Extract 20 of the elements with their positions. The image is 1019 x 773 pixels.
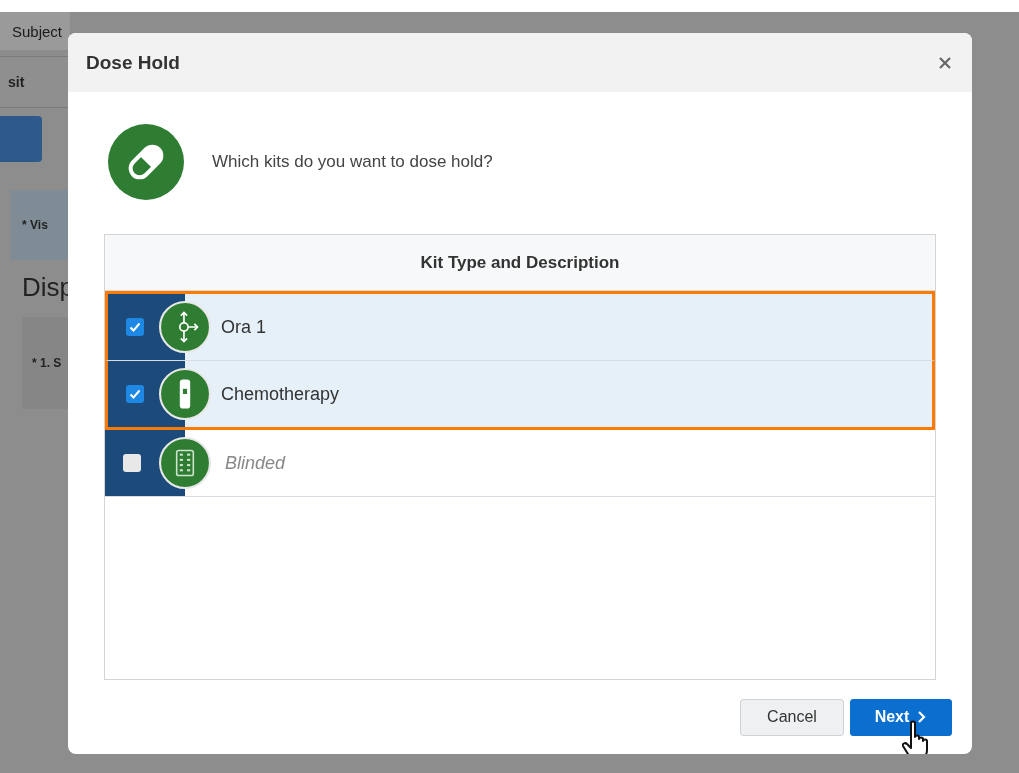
column-header: Kit Type and Description: [105, 235, 935, 292]
background-question-label: * 1. S: [32, 356, 62, 370]
pill-icon: [108, 124, 184, 201]
background-field-label: * Vis: [22, 218, 48, 232]
chevron-right-icon: [917, 710, 928, 725]
dialog-question: Which kits do you want to dose hold?: [212, 152, 493, 173]
dialog-title: Dose Hold: [86, 51, 180, 74]
kit-label: Chemotherapy: [221, 383, 340, 405]
kit-row[interactable]: Chemotherapy: [105, 361, 935, 431]
next-button[interactable]: Next: [850, 698, 952, 736]
kit-label: Ora 1: [221, 316, 267, 338]
blister-pack-icon: [159, 437, 211, 490]
arrows-icon: [159, 301, 211, 354]
background-column-label: sit: [7, 74, 25, 90]
kit-label: Blinded: [225, 452, 286, 474]
kit-row[interactable]: Ora 1: [105, 291, 935, 362]
cancel-button[interactable]: Cancel: [740, 698, 844, 736]
vial-icon: [159, 368, 211, 421]
checkbox[interactable]: [126, 318, 144, 337]
checkbox[interactable]: [126, 385, 144, 404]
